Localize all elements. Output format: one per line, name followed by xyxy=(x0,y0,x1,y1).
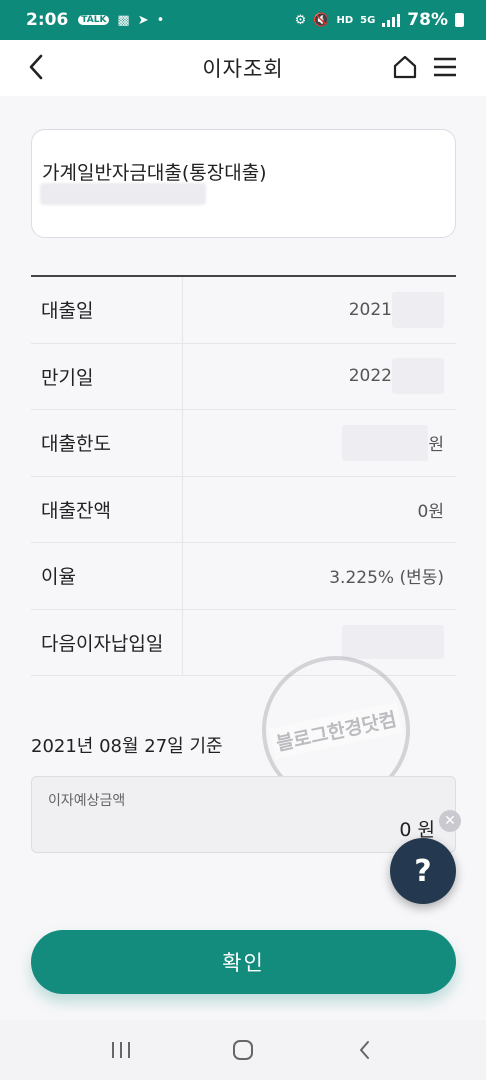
row-value xyxy=(183,625,456,660)
redacted-block xyxy=(392,291,444,328)
system-nav-bar xyxy=(0,1020,486,1080)
confirm-button[interactable]: 확인 xyxy=(31,930,456,994)
row-label: 대출일 xyxy=(31,277,183,343)
home-nav-button[interactable] xyxy=(223,1030,263,1070)
loan-info-table: 대출일 2021 만기일 2022 대출한도 원 대출잔액 0원 이율 3.22… xyxy=(31,275,456,676)
loan-limit-value: 원 xyxy=(428,435,444,456)
recent-apps-icon xyxy=(112,1042,130,1058)
product-card: 가계일반자금대출(통장대출) xyxy=(31,129,456,238)
telegram-icon: ➤ xyxy=(137,12,149,28)
estimated-interest-label: 이자예상금액 xyxy=(48,793,126,809)
page-title: 이자조회 xyxy=(202,57,284,81)
loan-date-value: 2021 xyxy=(348,299,392,320)
row-loan-date: 대출일 2021 xyxy=(31,277,456,344)
talk-icon: TALK xyxy=(78,15,110,25)
status-right-icons: ⚙ 🔇 HD 5G 78% xyxy=(295,10,464,30)
chevron-left-icon xyxy=(29,54,43,80)
status-time: 2:06 xyxy=(26,10,69,30)
row-value: 2022 xyxy=(183,358,456,395)
estimated-interest-field: 이자예상금액 0 원 xyxy=(31,776,456,853)
back-arrow-icon xyxy=(360,1041,369,1059)
puzzle-icon: ▩ xyxy=(117,12,130,28)
row-maturity-date: 만기일 2022 xyxy=(31,343,456,410)
row-loan-balance: 대출잔액 0원 xyxy=(31,476,456,543)
5g-icon: 5G xyxy=(360,14,376,26)
redacted-block xyxy=(392,358,444,395)
base-date-text: 2021년 08월 27일 기준 xyxy=(31,736,223,757)
redacted-block xyxy=(342,424,429,461)
row-next-payment-date: 다음이자납입일 xyxy=(31,609,456,676)
status-left-icons: TALK ▩ ➤ • xyxy=(78,13,164,28)
watermark-text: 블로그한경닷컴 xyxy=(269,701,403,759)
dot-icon: • xyxy=(156,12,165,28)
back-nav-button[interactable] xyxy=(345,1030,385,1070)
redacted-block xyxy=(342,625,444,660)
row-label: 이율 xyxy=(31,543,183,609)
mute-icon: 🔇 xyxy=(313,12,330,28)
product-name: 가계일반자금대출(통장대출) xyxy=(42,162,267,184)
key-icon: ⚙ xyxy=(294,12,307,28)
row-label: 다음이자납입일 xyxy=(31,609,183,675)
battery-icon xyxy=(455,13,464,27)
signal-icon xyxy=(382,13,401,27)
menu-button[interactable] xyxy=(432,54,458,80)
maturity-date-value: 2022 xyxy=(348,366,392,387)
back-button[interactable] xyxy=(22,52,52,82)
home-circle-icon xyxy=(233,1040,253,1060)
row-interest-rate: 이율 3.225% (변동) xyxy=(31,543,456,610)
recent-apps-button[interactable] xyxy=(101,1030,141,1070)
help-button[interactable]: ? xyxy=(390,838,456,904)
home-button[interactable] xyxy=(392,54,418,80)
row-label: 만기일 xyxy=(31,343,183,409)
close-icon[interactable]: ✕ xyxy=(439,810,461,832)
battery-level: 78% xyxy=(407,10,448,30)
row-label: 대출한도 xyxy=(31,410,183,476)
main-content: 가계일반자금대출(통장대출) 대출일 2021 만기일 2022 대출한도 원 … xyxy=(0,96,486,1020)
home-icon xyxy=(393,55,417,79)
interest-rate-value: 3.225% (변동) xyxy=(329,568,444,589)
row-loan-limit: 대출한도 원 xyxy=(31,410,456,477)
hd-voice-icon: HD xyxy=(336,14,354,26)
hamburger-menu-icon xyxy=(434,57,456,77)
row-value: 원 xyxy=(183,424,456,461)
loan-balance-value: 0원 xyxy=(417,501,444,522)
row-label: 대출잔액 xyxy=(31,476,183,542)
status-bar: 2:06 TALK ▩ ➤ • ⚙ 🔇 HD 5G 78% xyxy=(0,0,486,40)
row-value: 2021 xyxy=(183,291,456,328)
app-bar: 이자조회 xyxy=(0,40,486,96)
account-number-redacted xyxy=(40,183,206,205)
question-mark-icon: ? xyxy=(414,853,432,889)
